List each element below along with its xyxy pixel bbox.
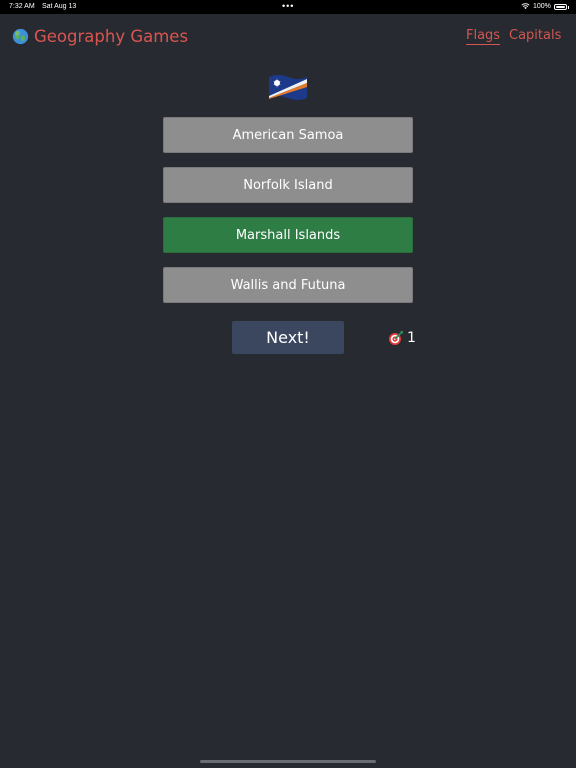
wifi-icon (521, 3, 530, 10)
answer-option-3-correct[interactable]: Marshall Islands (163, 217, 413, 253)
answer-option-2[interactable]: Norfolk Island (163, 167, 413, 203)
answer-option-label: Wallis and Futuna (230, 277, 346, 293)
app-title[interactable]: Geography Games (12, 25, 188, 47)
status-bar: 7:32 AM Sat Aug 13 ••• 100% (0, 0, 576, 14)
next-button-label: Next! (266, 328, 310, 347)
nav-flags-link[interactable]: Flags (466, 28, 501, 45)
score-display: 1 (388, 330, 416, 346)
answer-option-1[interactable]: American Samoa (163, 117, 413, 153)
marshall-islands-flag-icon (269, 75, 307, 100)
multitasking-dots-icon[interactable]: ••• (282, 1, 294, 11)
battery-percentage: 100% (533, 3, 551, 10)
globe-icon (12, 28, 29, 44)
next-button[interactable]: Next! (232, 321, 344, 354)
answer-option-4[interactable]: Wallis and Futuna (163, 267, 413, 303)
status-date: Sat Aug 13 (42, 3, 77, 10)
answer-option-label: American Samoa (232, 127, 344, 143)
app-title-text: Geography Games (34, 26, 189, 46)
answer-option-label: Norfolk Island (243, 177, 333, 193)
answer-option-label: Marshall Islands (235, 227, 341, 243)
home-indicator[interactable] (200, 760, 376, 763)
battery-icon (554, 4, 567, 10)
nav-capitals-link[interactable]: Capitals (509, 28, 561, 43)
score-value: 1 (407, 330, 416, 346)
target-icon (389, 331, 403, 345)
status-time: 7:32 AM (9, 3, 35, 10)
